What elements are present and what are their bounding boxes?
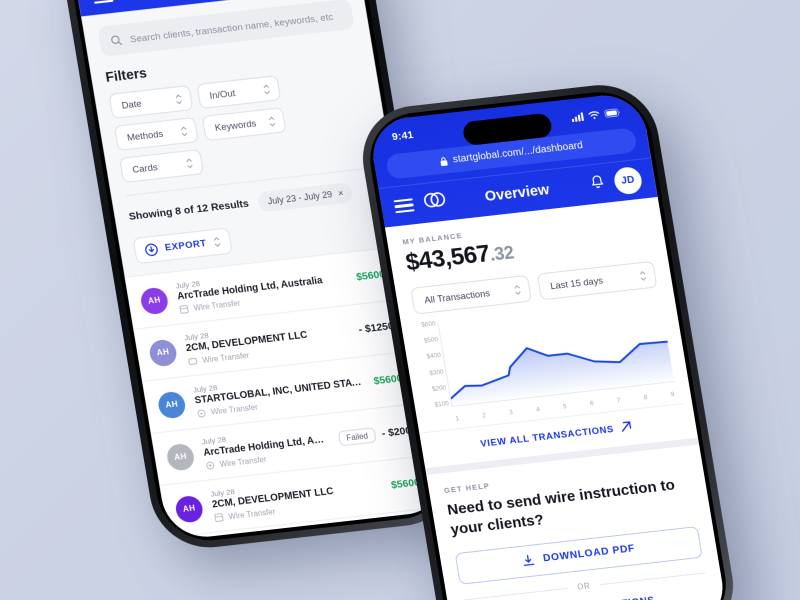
cellular-signal-icon — [571, 111, 584, 122]
filter-cards[interactable]: Cards — [119, 149, 205, 184]
transaction-method: Wire Transfer — [219, 454, 268, 469]
filter-inout[interactable]: In/Out — [196, 75, 282, 110]
filter-chip-group: Date In/Out Methods Keywords Cards — [108, 66, 375, 184]
chevron-updown-icon — [174, 93, 183, 104]
chevron-updown-icon — [262, 84, 271, 95]
plus-circle-icon — [206, 461, 215, 470]
chart-plot-area — [437, 297, 675, 407]
filter-date[interactable]: Date — [108, 84, 194, 120]
avatar[interactable]: JD — [612, 165, 644, 196]
x-tick: 7 — [616, 397, 622, 405]
hamburger-menu-icon[interactable] — [393, 197, 415, 214]
lock-icon — [440, 156, 448, 166]
search-placeholder: Search clients, transaction name, keywor… — [129, 10, 334, 45]
transaction-method: Wire Transfer — [201, 350, 250, 365]
x-tick: 6 — [589, 400, 595, 408]
download-icon — [524, 554, 535, 567]
search-icon — [111, 35, 123, 45]
filter-methods[interactable]: Methods — [113, 116, 199, 152]
y-tick: $200 — [431, 384, 447, 393]
date-range-chip[interactable]: July 23 - July 29 × — [257, 182, 355, 213]
tab-count-button[interactable]: 1 — [365, 529, 384, 542]
y-tick: $500 — [423, 336, 439, 345]
view-all-label: VIEW ALL TRANSACTIONS — [479, 422, 615, 449]
filter-label: Methods — [126, 128, 164, 143]
circle-icon — [197, 409, 206, 418]
avatar: AH — [156, 390, 188, 420]
plus-icon — [311, 539, 324, 542]
status-badge: Failed — [338, 427, 377, 447]
filter-label: Cards — [131, 161, 159, 175]
chevron-updown-icon — [180, 125, 189, 136]
chart-line-series — [437, 297, 675, 407]
transaction-method: Wire Transfer — [227, 506, 276, 522]
bank-icon — [214, 513, 224, 522]
hamburger-menu-icon[interactable] — [92, 0, 114, 4]
date-range-label: July 23 - July 29 — [267, 189, 333, 207]
arrow-up-right-icon — [622, 421, 632, 432]
x-tick: 8 — [643, 394, 649, 402]
chevron-updown-icon — [213, 237, 222, 248]
export-label: EXPORT — [164, 238, 208, 253]
notification-bell-icon[interactable] — [589, 173, 606, 194]
results-summary-row: Showing 8 of 12 Results July 23 - July 2… — [127, 179, 383, 227]
status-time: 9:41 — [391, 128, 415, 144]
x-tick: 9 — [670, 391, 675, 399]
y-tick: $300 — [428, 368, 445, 377]
avatar: AH — [138, 285, 170, 315]
download-label: DOWNLOAD PDF — [542, 543, 636, 565]
brand-rings-logo — [422, 191, 449, 214]
select-label: Last 15 days — [549, 275, 604, 291]
chevron-updown-icon — [639, 270, 648, 281]
mockup-scene: Transaction JD Search clients, transacti… — [0, 0, 800, 600]
results-count: Showing 8 of 12 Results — [128, 198, 250, 223]
page-title: Overview — [483, 181, 551, 205]
card-icon — [188, 357, 198, 365]
x-tick: 2 — [481, 412, 487, 420]
select-label: All Transactions — [423, 287, 491, 305]
filter-keywords[interactable]: Keywords — [201, 107, 287, 142]
y-tick: $400 — [426, 352, 442, 361]
chevron-updown-icon — [185, 158, 194, 169]
transaction-method: Wire Transfer — [192, 298, 242, 313]
balance-chart: $600 $500 $400 $300 $200 $100 1 2 3 4 5 … — [400, 286, 698, 468]
x-tick: 1 — [454, 415, 460, 423]
x-tick: 3 — [508, 409, 514, 417]
avatar: AH — [173, 494, 205, 524]
battery-icon — [604, 108, 620, 118]
chevron-updown-icon — [268, 116, 277, 127]
avatar: AH — [147, 338, 179, 368]
copy-label: COPY INSTRUCTIONS — [540, 595, 655, 600]
transaction-method: Wire Transfer — [210, 402, 259, 417]
left-content: Search clients, transaction name, keywor… — [81, 0, 404, 266]
y-tick: $100 — [434, 400, 450, 409]
balance-card: MY BALANCE $43,567.32 All Transactions L… — [384, 196, 698, 469]
filter-label: Keywords — [214, 117, 257, 133]
export-download-icon — [145, 243, 158, 256]
avatar: AH — [165, 442, 196, 472]
export-button[interactable]: EXPORT — [132, 227, 233, 265]
filter-label: In/Out — [208, 87, 236, 101]
x-tick: 5 — [562, 403, 568, 411]
filter-label: Date — [120, 98, 143, 111]
y-tick: $600 — [420, 320, 437, 329]
chevron-updown-icon — [513, 284, 522, 295]
close-icon[interactable]: × — [337, 188, 344, 199]
bank-icon — [179, 305, 189, 314]
wifi-icon — [588, 110, 600, 119]
x-tick: 4 — [535, 406, 541, 414]
or-label: OR — [576, 580, 592, 592]
